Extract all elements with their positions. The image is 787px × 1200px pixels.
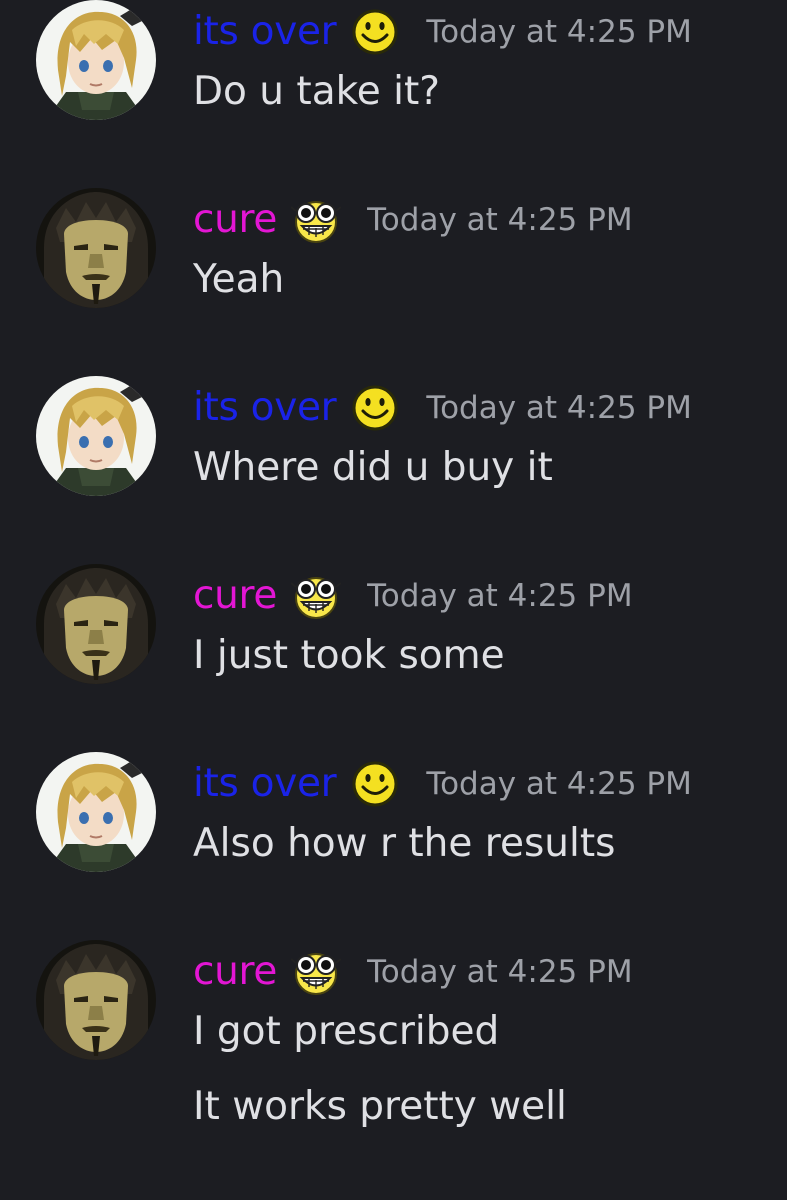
chat-message-list: its over Today at 4:25 PM Do u take it? c… xyxy=(0,0,787,1200)
smiley-face-icon xyxy=(350,383,400,433)
username[interactable]: its over xyxy=(193,4,337,60)
username[interactable]: its over xyxy=(193,756,337,812)
user-avatar[interactable] xyxy=(36,940,156,1060)
chat-message[interactable]: cure Today at 4:25 PM I just took some xyxy=(0,564,787,752)
message-header: its over Today at 4:25 PM xyxy=(193,756,692,812)
message-header: its over Today at 4:25 PM xyxy=(193,4,692,60)
message-timestamp: Today at 4:25 PM xyxy=(426,14,692,50)
username[interactable]: cure xyxy=(193,192,277,248)
sunglasses-grin-icon xyxy=(291,577,342,619)
sunglasses-grin-icon xyxy=(291,947,342,997)
user-avatar[interactable] xyxy=(36,376,156,496)
message-header: its over Today at 4:25 PM xyxy=(193,380,692,436)
sunglasses-grin-icon xyxy=(291,201,342,243)
message-text: I just took some xyxy=(193,633,505,678)
smiley-face-icon xyxy=(352,761,398,807)
message-text: Yeah xyxy=(193,257,285,302)
smiley-face-icon xyxy=(352,9,398,55)
message-text: Also how r the results xyxy=(193,821,616,866)
chat-message[interactable]: its over Today at 4:25 PM Where did u buy… xyxy=(0,376,787,564)
sunglasses-grin-icon xyxy=(291,195,342,245)
chat-message[interactable]: its over Today at 4:25 PM Do u take it? xyxy=(0,0,787,188)
smiley-face-icon xyxy=(350,759,400,809)
message-timestamp: Today at 4:25 PM xyxy=(367,202,633,238)
message-timestamp: Today at 4:25 PM xyxy=(367,954,633,990)
username[interactable]: cure xyxy=(193,568,277,624)
user-avatar[interactable] xyxy=(36,0,156,120)
username[interactable]: cure xyxy=(193,944,277,1000)
message-text: Where did u buy it xyxy=(193,445,553,490)
anime-character-avatar-icon xyxy=(36,0,156,120)
message-timestamp: Today at 4:25 PM xyxy=(426,766,692,802)
user-avatar[interactable] xyxy=(36,564,156,684)
chat-message[interactable]: its over Today at 4:25 PM Also how r the … xyxy=(0,752,787,940)
user-avatar[interactable] xyxy=(36,752,156,872)
message-header: cure Today at 4:25 PM xyxy=(193,944,633,1000)
message-text: I got prescribed xyxy=(193,1009,500,1054)
smiley-face-icon xyxy=(350,7,400,57)
message-timestamp: Today at 4:25 PM xyxy=(426,390,692,426)
man-face-avatar-icon xyxy=(36,188,156,308)
user-avatar[interactable] xyxy=(36,188,156,308)
anime-character-avatar-icon xyxy=(36,376,156,496)
message-text: Do u take it? xyxy=(193,69,441,114)
chat-message[interactable]: cure Today at 4:25 PM Yeah xyxy=(0,188,787,376)
smiley-face-icon xyxy=(352,385,398,431)
sunglasses-grin-icon xyxy=(291,953,342,995)
man-face-avatar-icon xyxy=(36,940,156,1060)
message-header: cure Today at 4:25 PM xyxy=(193,568,633,624)
anime-character-avatar-icon xyxy=(36,752,156,872)
sunglasses-grin-icon xyxy=(291,571,342,621)
chat-message[interactable]: cure Today at 4:25 PM I got prescribed It … xyxy=(0,940,787,1129)
message-header: cure Today at 4:25 PM xyxy=(193,192,633,248)
username[interactable]: its over xyxy=(193,380,337,436)
message-text: It works pretty well xyxy=(193,1084,567,1129)
man-face-avatar-icon xyxy=(36,564,156,684)
message-timestamp: Today at 4:25 PM xyxy=(367,578,633,614)
